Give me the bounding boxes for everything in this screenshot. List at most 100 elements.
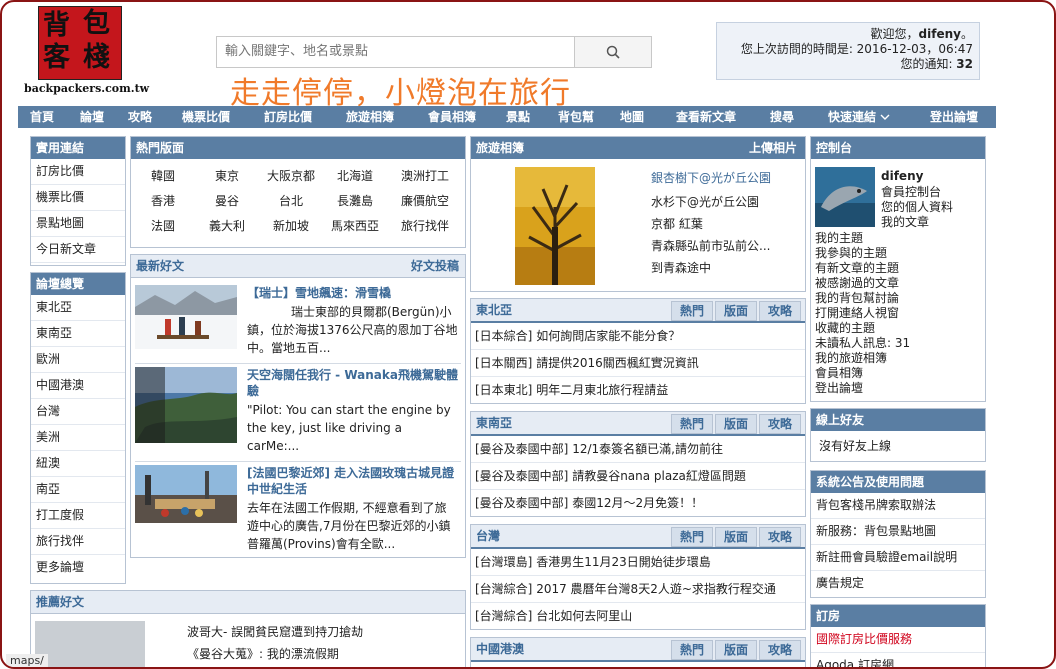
nav-logout[interactable]: 登出論壇 [930,106,978,128]
hot-board-link[interactable]: 法國 [131,217,195,234]
forum-link[interactable]: 紐澳 [31,451,125,477]
cp-link[interactable]: 我參與的主題 [811,246,985,261]
recommended-thumbnail[interactable] [35,621,145,667]
tab-boards[interactable]: 版面 [715,301,757,321]
notify-count[interactable]: 32 [956,57,973,71]
search-input[interactable] [217,37,589,65]
article-title[interactable]: [法國巴黎近郊] 走入法國玫瑰古城見證中世紀生活 [247,465,463,497]
nav-member-album[interactable]: 會員相簿 [428,106,476,128]
article-title[interactable]: 天空海闊任我行 - Wanaka飛機駕駛體驗 [247,367,463,399]
cp-link[interactable]: 被感謝過的文章 [811,276,985,291]
forum-link[interactable]: 東南亞 [31,321,125,347]
forum-section-title[interactable]: 台灣 [476,529,500,543]
cp-link[interactable]: 我的旅遊相簿 [811,351,985,366]
tab-boards[interactable]: 版面 [715,414,757,434]
cp-username[interactable]: difeny [881,169,923,183]
nav-guides[interactable]: 攻略 [128,106,152,128]
forum-topic[interactable]: [台灣綜合] 2017 農曆年台灣8天2人遊~求指教行程交通 [471,576,805,603]
search-button[interactable] [574,37,651,67]
booking-link[interactable]: Agoda 訂房網 [811,653,985,667]
useful-link[interactable]: 今日新文章 [31,237,125,263]
hot-board-link[interactable]: 廉價航空 [393,192,457,209]
album-item[interactable]: 青森縣弘前市弘前公... [651,237,770,254]
cp-link[interactable]: 有新文章的主題 [811,261,985,276]
tab-boards[interactable]: 版面 [715,527,757,547]
hot-board-link[interactable]: 香港 [131,192,195,209]
logo-url[interactable]: backpackers.com.tw [24,82,149,95]
nav-home[interactable]: 首頁 [30,106,54,128]
hot-board-link[interactable]: 東京 [195,167,259,184]
cp-user-link[interactable]: 會員控制台 [881,185,953,200]
cp-link[interactable]: 我的主題 [811,231,985,246]
forum-section-title[interactable]: 東南亞 [476,416,512,430]
hot-board-link[interactable]: 長灘島 [323,192,387,209]
hot-board-link[interactable]: 北海道 [323,167,387,184]
hot-board-link[interactable]: 韓國 [131,167,195,184]
forum-topic[interactable]: [台灣綜合] 台北如何去阿里山 [471,603,805,629]
site-logo[interactable]: 背 包 客 棧 [38,6,122,80]
nav-new-posts[interactable]: 查看新文章 [676,106,736,128]
hot-board-link[interactable]: 曼谷 [195,192,259,209]
tab-guides[interactable]: 攻略 [759,301,801,321]
hot-board-link[interactable]: 義大利 [195,217,259,234]
album-item[interactable]: 水杉下@光が丘公園 [651,193,759,210]
cp-link[interactable]: 打開連絡人視窗 [811,306,985,321]
recommended-link[interactable]: 《曼谷大蒐》: 我的漂流假期 [187,645,339,662]
avatar[interactable] [815,167,875,227]
cp-user-link[interactable]: 您的個人資料 [881,200,953,215]
nav-attractions[interactable]: 景點 [506,106,530,128]
forum-link[interactable]: 美洲 [31,425,125,451]
tab-guides[interactable]: 攻略 [759,527,801,547]
forum-topic[interactable]: [日本關西] 請提供2016關西楓紅實況資訊 [471,350,805,377]
cp-link[interactable]: 我的背包幫討論 [811,291,985,306]
forum-link[interactable]: 旅行找伴 [31,529,125,555]
useful-link[interactable]: 景點地圖 [31,211,125,237]
tab-guides[interactable]: 攻略 [759,640,801,660]
hot-board-link[interactable]: 台北 [259,192,323,209]
forum-link[interactable]: 中國港澳 [31,373,125,399]
cp-link[interactable]: 未讀私人訊息: 31 [811,336,985,351]
tab-hot[interactable]: 熱門 [671,640,713,660]
nav-flight-compare[interactable]: 機票比價 [182,106,230,128]
cp-link[interactable]: 會員相簿 [811,366,985,381]
upload-photo-link[interactable]: 上傳相片 [749,137,797,159]
useful-link[interactable]: 機票比價 [31,185,125,211]
hot-board-link[interactable]: 旅行找伴 [393,217,457,234]
tab-hot[interactable]: 熱門 [671,301,713,321]
forum-topic[interactable]: [台灣環島] 香港男生11月23日開始徒步環島 [471,549,805,576]
announcement-link[interactable]: 背包客棧吊牌索取辦法 [811,493,985,519]
nav-hotel-compare[interactable]: 訂房比價 [264,106,312,128]
forum-topic[interactable]: [日本東北] 明年二月東北旅行程請益 [471,377,805,403]
booking-link[interactable]: 國際訂房比價服務 [811,627,985,653]
nav-travel-album[interactable]: 旅遊相簿 [346,106,394,128]
forum-link[interactable]: 歐洲 [31,347,125,373]
forum-section-title[interactable]: 中國港澳 [476,642,524,656]
forum-topic[interactable]: [日本綜合] 如何詢問店家能不能分食？ [471,323,805,350]
forum-link[interactable]: 南亞 [31,477,125,503]
nav-quick-links[interactable]: 快速連結 [828,106,890,128]
hot-board-link[interactable]: 馬來西亞 [323,217,387,234]
cp-link[interactable]: 登出論壇 [811,381,985,396]
forum-topic[interactable]: [曼谷及泰國中部] 12/1泰簽名額已滿,請勿前往 [471,436,805,463]
recommended-link[interactable]: 波哥大- 誤闖貧民窟遭到持刀搶劫 [187,623,363,640]
forum-link[interactable]: 打工度假 [31,503,125,529]
tab-boards[interactable]: 版面 [715,640,757,660]
tab-hot[interactable]: 熱門 [671,414,713,434]
nav-search[interactable]: 搜尋 [770,106,794,128]
announcement-link[interactable]: 新服務：背包景點地圖 [811,519,985,545]
tab-hot[interactable]: 熱門 [671,527,713,547]
article-thumbnail[interactable] [135,367,237,443]
article-thumbnail[interactable] [135,285,237,349]
nav-map[interactable]: 地圖 [620,106,644,128]
welcome-username[interactable]: difeny [919,27,961,41]
forum-link[interactable]: 台灣 [31,399,125,425]
cp-user-link[interactable]: 我的文章 [881,215,953,230]
announcement-link[interactable]: 新註冊會員驗證email說明 [811,545,985,571]
album-item[interactable]: 銀杏樹下@光が丘公園 [651,169,771,186]
tab-guides[interactable]: 攻略 [759,414,801,434]
forum-topic[interactable]: [曼谷及泰國中部] 泰國12月～2月免簽！！ [471,490,805,516]
forum-topic[interactable]: [曼谷及泰國中部] 請教曼谷nana plaza紅燈區問題 [471,463,805,490]
article-thumbnail[interactable] [135,465,237,523]
hot-board-link[interactable]: 澳洲打工 [393,167,457,184]
album-item[interactable]: 到青森途中 [651,259,711,276]
